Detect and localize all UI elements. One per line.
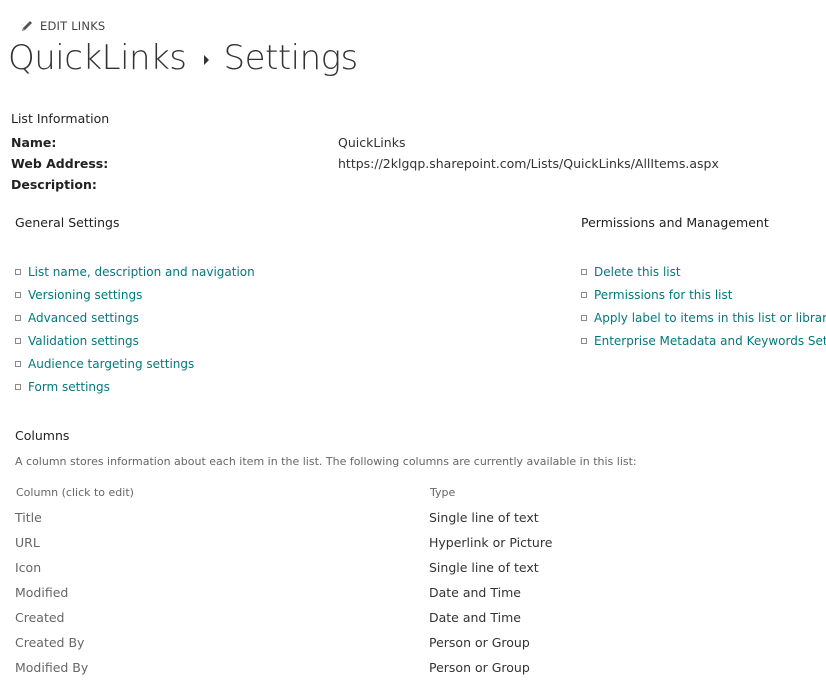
square-bullet-icon	[581, 337, 587, 344]
column-name-header: Column (click to edit)	[16, 486, 134, 499]
column-type: Single line of text	[429, 510, 539, 525]
name-value: QuickLinks	[338, 135, 406, 150]
list-item: List name, description and navigation	[15, 260, 255, 283]
column-type: Person or Group	[429, 635, 530, 650]
column-name-url[interactable]: URL	[15, 535, 40, 550]
columns-heading: Columns	[15, 428, 70, 443]
table-row: Created By Person or Group	[15, 630, 575, 655]
list-item: Form settings	[15, 375, 255, 398]
page-title-settings: Settings	[223, 38, 358, 78]
table-row: Modified By Person or Group	[15, 655, 575, 680]
apply-label-link[interactable]: Apply label to items in this list or lib…	[594, 311, 826, 325]
audience-targeting-settings-link[interactable]: Audience targeting settings	[28, 357, 194, 371]
column-name-created-by[interactable]: Created By	[15, 635, 84, 650]
validation-settings-link[interactable]: Validation settings	[28, 334, 139, 348]
table-row: URL Hyperlink or Picture	[15, 530, 575, 555]
column-name-icon[interactable]: Icon	[15, 560, 41, 575]
list-item: Versioning settings	[15, 283, 255, 306]
name-label: Name:	[11, 135, 57, 150]
square-bullet-icon	[581, 291, 587, 298]
list-item: Validation settings	[15, 329, 255, 352]
square-bullet-icon	[15, 337, 21, 344]
list-name-description-navigation-link[interactable]: List name, description and navigation	[28, 265, 255, 279]
list-item: Permissions for this list	[581, 283, 826, 306]
column-name-title[interactable]: Title	[15, 510, 42, 525]
form-settings-link[interactable]: Form settings	[28, 380, 110, 394]
square-bullet-icon	[15, 314, 21, 321]
pencil-icon	[22, 21, 32, 31]
triangle-right-icon	[204, 55, 210, 65]
enterprise-metadata-keywords-link[interactable]: Enterprise Metadata and Keywords Setting…	[594, 334, 826, 348]
column-type: Hyperlink or Picture	[429, 535, 553, 550]
table-row: Created Date and Time	[15, 605, 575, 630]
list-item: Enterprise Metadata and Keywords Setting…	[581, 329, 826, 352]
list-item: Advanced settings	[15, 306, 255, 329]
column-type: Person or Group	[429, 660, 530, 675]
page-title-list-name[interactable]: QuickLinks	[8, 38, 187, 78]
table-row: Modified Date and Time	[15, 580, 575, 605]
web-address-value: https://2klgqp.sharepoint.com/Lists/Quic…	[338, 156, 719, 171]
list-item: Audience targeting settings	[15, 352, 255, 375]
permissions-for-list-link[interactable]: Permissions for this list	[594, 288, 732, 302]
table-row: Title Single line of text	[15, 505, 575, 530]
list-item: Delete this list	[581, 260, 826, 283]
permissions-management-heading: Permissions and Management	[581, 215, 769, 230]
table-row: Icon Single line of text	[15, 555, 575, 580]
square-bullet-icon	[581, 314, 587, 321]
columns-table: Title Single line of text URL Hyperlink …	[15, 505, 575, 680]
list-item: Apply label to items in this list or lib…	[581, 306, 826, 329]
column-type: Date and Time	[429, 585, 521, 600]
column-name-created[interactable]: Created	[15, 610, 64, 625]
permissions-management-list: Delete this list Permissions for this li…	[581, 260, 826, 352]
edit-links-button[interactable]: EDIT LINKS	[20, 19, 105, 33]
column-type-header: Type	[430, 486, 456, 499]
square-bullet-icon	[15, 268, 21, 275]
delete-list-link[interactable]: Delete this list	[594, 265, 681, 279]
edit-links-label: EDIT LINKS	[40, 19, 106, 33]
square-bullet-icon	[15, 291, 21, 298]
square-bullet-icon	[581, 268, 587, 275]
general-settings-list: List name, description and navigation Ve…	[15, 260, 255, 398]
square-bullet-icon	[15, 383, 21, 390]
description-label: Description:	[11, 177, 97, 192]
general-settings-heading: General Settings	[15, 215, 120, 230]
advanced-settings-link[interactable]: Advanced settings	[28, 311, 139, 325]
page-title: QuickLinks Settings	[8, 38, 358, 78]
list-information-heading: List Information	[11, 111, 110, 126]
web-address-label: Web Address:	[11, 156, 109, 171]
column-name-modified[interactable]: Modified	[15, 585, 68, 600]
versioning-settings-link[interactable]: Versioning settings	[28, 288, 142, 302]
column-name-modified-by[interactable]: Modified By	[15, 660, 88, 675]
column-type: Single line of text	[429, 560, 539, 575]
column-type: Date and Time	[429, 610, 521, 625]
columns-description: A column stores information about each i…	[15, 455, 637, 468]
square-bullet-icon	[15, 360, 21, 367]
